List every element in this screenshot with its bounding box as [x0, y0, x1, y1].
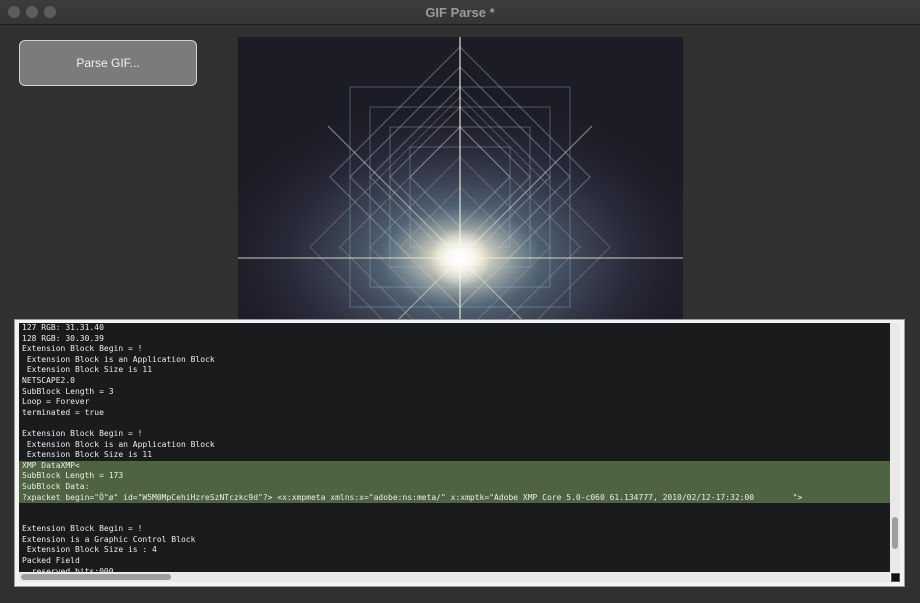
log-line: Extension Block Size is 11 — [22, 450, 153, 460]
log-line: SubBlock Length = 173 — [19, 471, 890, 482]
log-line: Extension Block Size is 11 — [22, 365, 153, 375]
log-line: Extension Block is an Application Block — [22, 354, 215, 364]
window-title: GIF Parse * — [425, 5, 495, 20]
parse-log-text[interactable]: 127 RGB: 31.31.40 128 RGB: 30.30.39 Extens… — [19, 323, 890, 572]
log-line: terminated = true — [22, 407, 104, 417]
log-line: SubBlock Data: — [19, 481, 890, 493]
vertical-scrollbar[interactable] — [890, 323, 900, 572]
gif-preview-image — [238, 37, 683, 320]
log-line: NETSCAPE2.0 — [22, 375, 75, 385]
log-line: Extension Block Size is : 4 — [22, 545, 157, 555]
horizontal-scrollbar[interactable] — [19, 572, 890, 582]
log-line: XMP DataXMP< — [19, 460, 890, 472]
log-line: ?xpacket begin="Ö"ø" id="W5M0MpCehiHzreS… — [19, 492, 890, 504]
log-line: Extension is a Graphic Control Block — [22, 534, 196, 544]
horizontal-scroll-thumb[interactable] — [21, 574, 171, 580]
log-line: Extension Block is an Application Block — [22, 439, 215, 449]
parse-log-panel: 127 RGB: 31.31.40 128 RGB: 30.30.39 Extens… — [14, 319, 905, 587]
vertical-scroll-thumb[interactable] — [892, 517, 898, 549]
resize-corner — [891, 573, 900, 582]
log-line: Packed Field — [22, 556, 80, 566]
log-line: Extension Block Begin = ! — [22, 428, 143, 438]
log-line: SubBlock Length = 3 — [22, 386, 114, 396]
log-line: Extension Block Begin = ! — [22, 524, 143, 534]
title-bar: GIF Parse * — [0, 0, 920, 25]
log-line: Extension Block Begin = ! — [22, 344, 143, 354]
gif-preview-graphic — [238, 37, 683, 320]
log-line: Loop = Forever — [22, 397, 90, 407]
parse-gif-button[interactable]: Parse GIF... — [19, 40, 197, 86]
log-line: 128 RGB: 30.30.39 — [22, 333, 104, 343]
log-line: 127 RGB: 31.31.40 — [22, 323, 104, 332]
